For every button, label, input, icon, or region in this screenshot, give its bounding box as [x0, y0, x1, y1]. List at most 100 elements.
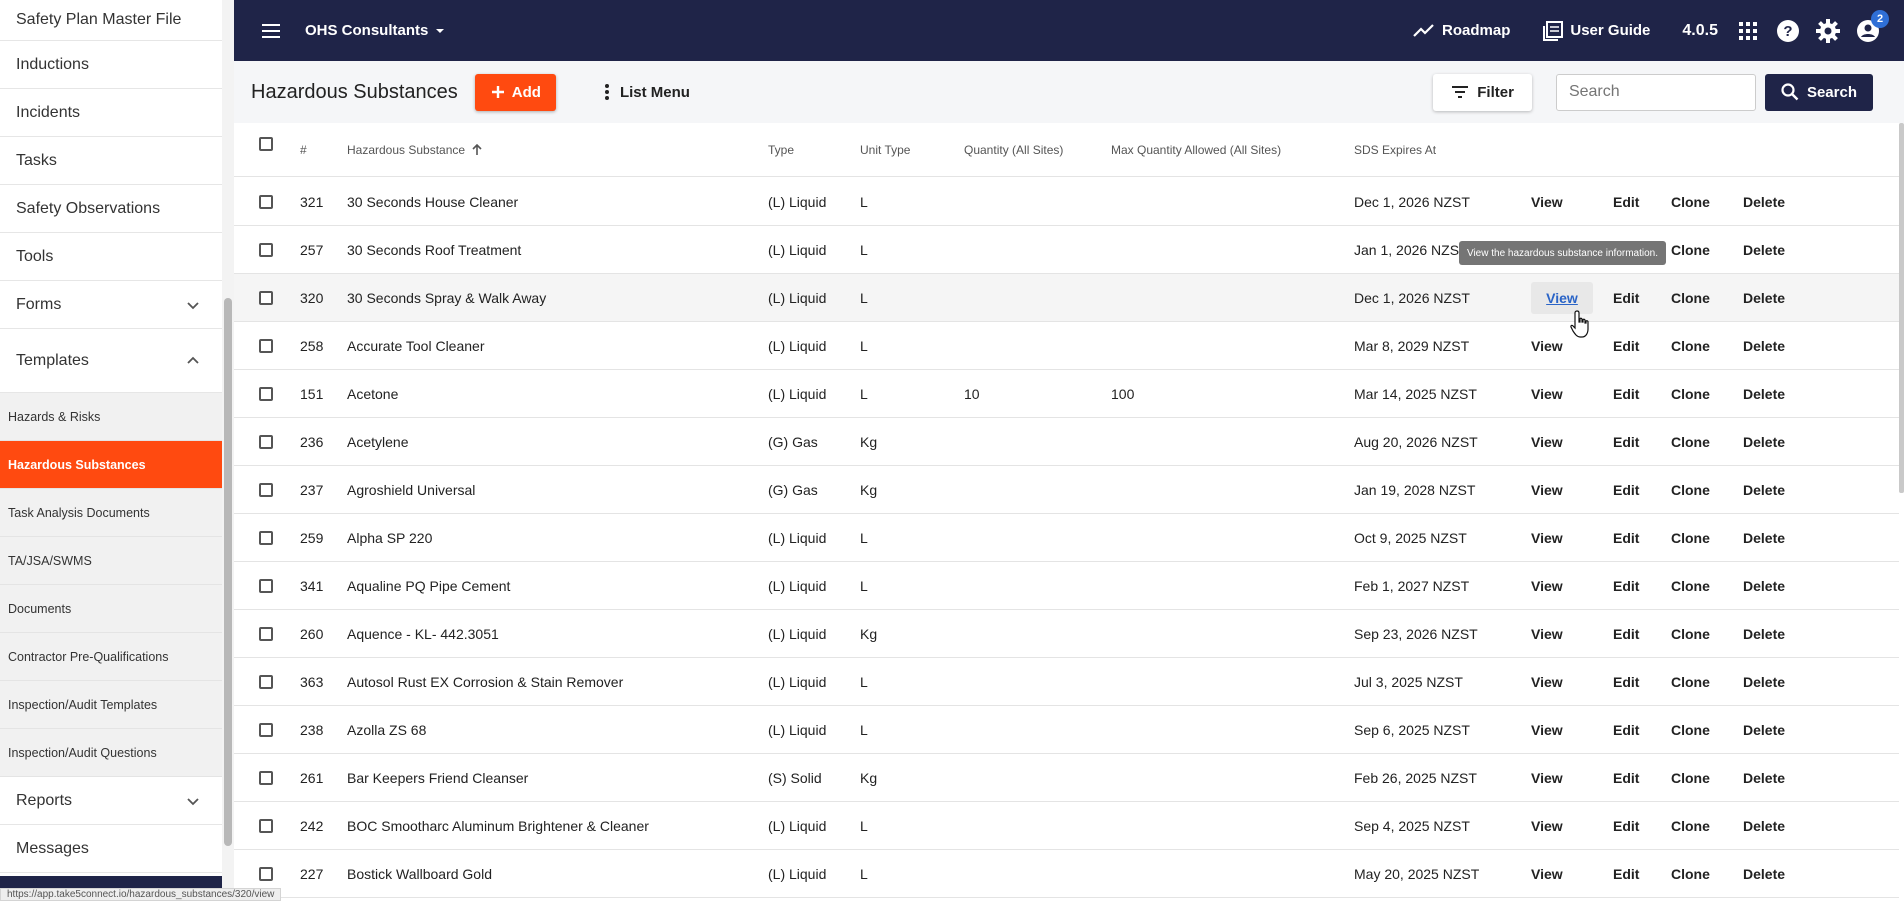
clone-button[interactable]: Clone [1671, 274, 1710, 322]
menu-icon[interactable] [259, 19, 283, 43]
delete-button[interactable]: Delete [1743, 274, 1785, 322]
row-checkbox[interactable] [259, 675, 273, 689]
clone-button[interactable]: Clone [1671, 658, 1710, 706]
clone-button[interactable]: Clone [1671, 610, 1710, 658]
delete-button[interactable]: Delete [1743, 226, 1785, 274]
clone-button[interactable]: Clone [1671, 850, 1710, 898]
search-input[interactable] [1555, 73, 1756, 111]
sidebar-subitem-ta-jsa-swms[interactable]: TA/JSA/SWMS [0, 537, 222, 585]
column-header-unit[interactable]: Unit Type [860, 123, 910, 177]
sidebar-item-reports[interactable]: Reports [0, 777, 222, 825]
column-header-sds-expires[interactable]: SDS Expires At [1354, 123, 1436, 177]
view-button[interactable]: View [1531, 466, 1563, 514]
row-checkbox[interactable] [259, 339, 273, 353]
user-guide-link[interactable]: User Guide [1542, 20, 1650, 42]
edit-button[interactable]: Edit [1613, 802, 1639, 850]
edit-button[interactable]: Edit [1613, 274, 1639, 322]
clone-button[interactable]: Clone [1671, 418, 1710, 466]
view-button[interactable]: View [1531, 610, 1563, 658]
row-checkbox[interactable] [259, 195, 273, 209]
view-button[interactable]: View [1531, 754, 1563, 802]
apps-icon[interactable] [1735, 18, 1761, 44]
view-button[interactable]: View [1531, 322, 1563, 370]
search-button[interactable]: Search [1764, 73, 1873, 111]
row-checkbox[interactable] [259, 819, 273, 833]
sidebar-item-incidents[interactable]: Incidents [0, 89, 222, 137]
view-button[interactable]: View [1531, 802, 1563, 850]
delete-button[interactable]: Delete [1743, 754, 1785, 802]
row-checkbox[interactable] [259, 771, 273, 785]
clone-button[interactable]: Clone [1671, 754, 1710, 802]
edit-button[interactable]: Edit [1613, 850, 1639, 898]
sidebar-item-templates[interactable]: Templates [0, 329, 222, 393]
row-checkbox[interactable] [259, 483, 273, 497]
column-header-number[interactable]: # [300, 123, 307, 177]
edit-button[interactable]: Edit [1613, 466, 1639, 514]
delete-button[interactable]: Delete [1743, 658, 1785, 706]
view-button[interactable]: View [1531, 418, 1563, 466]
row-checkbox[interactable] [259, 867, 273, 881]
edit-button[interactable]: Edit [1613, 658, 1639, 706]
sidebar-item-tasks[interactable]: Tasks [0, 137, 222, 185]
edit-button[interactable]: Edit [1613, 370, 1639, 418]
sidebar-item-tools[interactable]: Tools [0, 233, 222, 281]
clone-button[interactable]: Clone [1671, 514, 1710, 562]
edit-button[interactable]: Edit [1613, 322, 1639, 370]
account-icon[interactable]: 2 [1855, 9, 1889, 44]
clone-button[interactable]: Clone [1671, 226, 1710, 274]
delete-button[interactable]: Delete [1743, 706, 1785, 754]
delete-button[interactable]: Delete [1743, 850, 1785, 898]
row-checkbox[interactable] [259, 387, 273, 401]
delete-button[interactable]: Delete [1743, 610, 1785, 658]
clone-button[interactable]: Clone [1671, 706, 1710, 754]
delete-button[interactable]: Delete [1743, 514, 1785, 562]
sidebar-item-messages[interactable]: Messages [0, 825, 222, 873]
filter-button[interactable]: Filter [1433, 73, 1532, 111]
column-header-quantity[interactable]: Quantity (All Sites) [964, 123, 1063, 177]
sidebar-subitem-inspection-questions[interactable]: Inspection/Audit Questions [0, 729, 222, 777]
select-all-checkbox[interactable] [259, 137, 273, 151]
sidebar-item-safety-observations[interactable]: Safety Observations [0, 185, 222, 233]
edit-button[interactable]: Edit [1613, 562, 1639, 610]
sidebar-scrollbar-thumb[interactable] [224, 298, 232, 846]
roadmap-link[interactable]: Roadmap [1412, 19, 1510, 43]
column-header-type[interactable]: Type [768, 123, 794, 177]
column-header-max-quantity[interactable]: Max Quantity Allowed (All Sites) [1111, 123, 1281, 177]
row-checkbox[interactable] [259, 579, 273, 593]
edit-button[interactable]: Edit [1613, 706, 1639, 754]
column-header-name[interactable]: Hazardous Substance [347, 123, 483, 177]
clone-button[interactable]: Clone [1671, 466, 1710, 514]
sidebar-subitem-documents[interactable]: Documents [0, 585, 222, 633]
row-checkbox[interactable] [259, 435, 273, 449]
view-button[interactable]: View [1531, 562, 1563, 610]
delete-button[interactable]: Delete [1743, 178, 1785, 226]
view-button[interactable]: View [1531, 370, 1563, 418]
sidebar-subitem-contractor-prequal[interactable]: Contractor Pre-Qualifications [0, 633, 222, 681]
settings-gear-icon[interactable] [1815, 18, 1841, 44]
delete-button[interactable]: Delete [1743, 466, 1785, 514]
row-checkbox[interactable] [259, 291, 273, 305]
row-checkbox[interactable] [259, 243, 273, 257]
clone-button[interactable]: Clone [1671, 370, 1710, 418]
view-button[interactable]: View [1531, 658, 1563, 706]
delete-button[interactable]: Delete [1743, 322, 1785, 370]
view-button[interactable]: View [1531, 850, 1563, 898]
edit-button[interactable]: Edit [1613, 754, 1639, 802]
page-scrollbar-thumb[interactable] [1899, 123, 1904, 493]
sidebar-subitem-inspection-templates[interactable]: Inspection/Audit Templates [0, 681, 222, 729]
sidebar-item-inductions[interactable]: Inductions [0, 41, 222, 89]
clone-button[interactable]: Clone [1671, 562, 1710, 610]
sidebar-item-safety-plan[interactable]: Safety Plan Master File [0, 0, 222, 41]
edit-button[interactable]: Edit [1613, 610, 1639, 658]
delete-button[interactable]: Delete [1743, 562, 1785, 610]
view-button[interactable]: View [1531, 178, 1563, 226]
help-icon[interactable]: ? [1775, 18, 1801, 44]
sidebar-scrollbar[interactable] [222, 0, 234, 901]
add-button[interactable]: Add [474, 73, 556, 111]
delete-button[interactable]: Delete [1743, 418, 1785, 466]
view-button[interactable]: View [1531, 706, 1563, 754]
delete-button[interactable]: Delete [1743, 370, 1785, 418]
edit-button[interactable]: Edit [1613, 418, 1639, 466]
clone-button[interactable]: Clone [1671, 322, 1710, 370]
sidebar-subitem-task-analysis[interactable]: Task Analysis Documents [0, 489, 222, 537]
